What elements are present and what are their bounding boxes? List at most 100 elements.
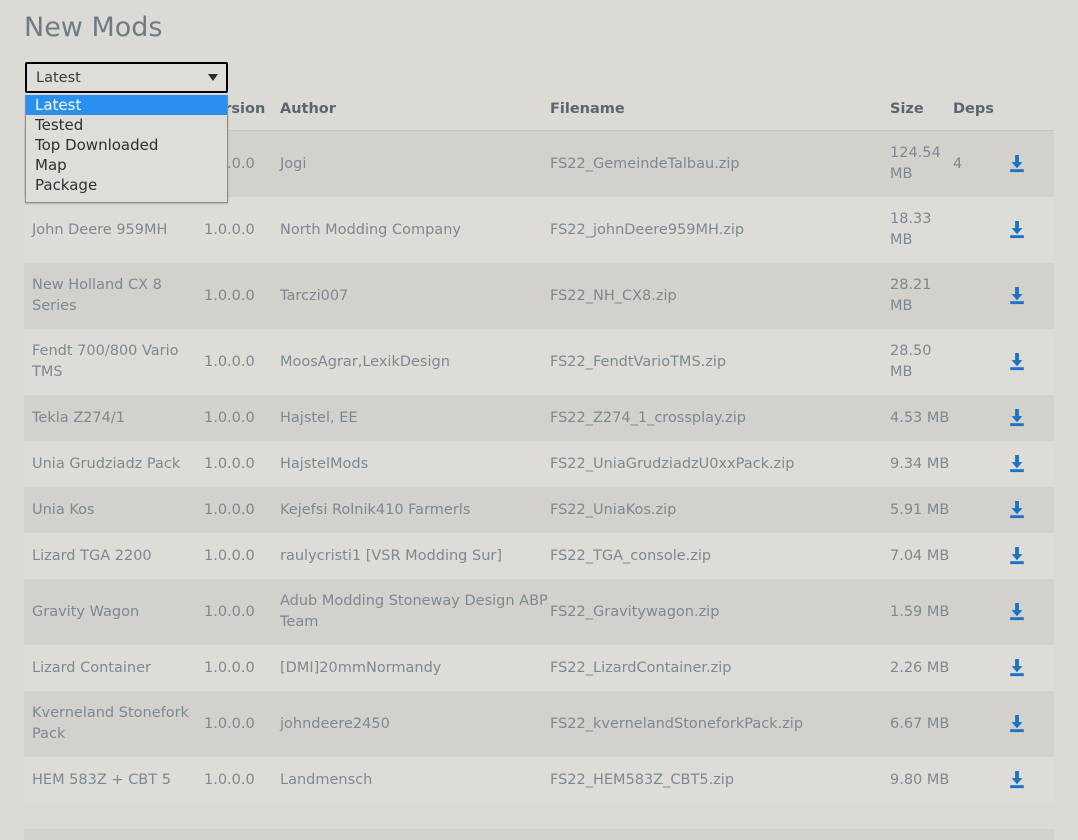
table-row[interactable]: John Deere 959MH 1.0.0.0 North Modding Com…	[24, 197, 1054, 263]
cell-filename: FS22_Gravitywagon.zip	[550, 579, 890, 645]
cell-size: 28.50 MB	[890, 329, 953, 395]
sort-select[interactable]: Latest	[25, 62, 228, 93]
column-header-filename[interactable]: Filename	[550, 101, 890, 131]
cell-filename: FS22_NH_CX8.zip	[550, 263, 890, 329]
column-header-download	[1006, 101, 1054, 131]
cell-mod-name: Gravity Wagon	[24, 579, 204, 645]
download-icon[interactable]	[1006, 601, 1028, 623]
cell-author: johndeere2450	[280, 691, 550, 757]
cell-download[interactable]	[1006, 691, 1054, 757]
cell-version: 1.0.0.0	[204, 395, 280, 441]
mods-table-container: Name Version Author Filename Size Deps G…	[24, 101, 1054, 803]
cell-size: 9.80 MB	[890, 757, 953, 803]
cell-version: 1.0.0.0	[204, 691, 280, 757]
chevron-down-icon	[208, 74, 218, 81]
cell-mod-name: Lizard TGA 2200	[24, 533, 204, 579]
cell-filename: FS22_TGA_console.zip	[550, 533, 890, 579]
table-row[interactable]: Tekla Z274/1 1.0.0.0 Hajstel, EE FS22_Z274_…	[24, 395, 1054, 441]
table-row[interactable]: Lizard TGA 2200 1.0.0.0 raulycristi1 [VSR …	[24, 533, 1054, 579]
cell-author: Kejefsi Rolnik410 Farmerls	[280, 487, 550, 533]
page-title: New Mods	[24, 12, 163, 43]
download-icon[interactable]	[1006, 545, 1028, 567]
cell-download[interactable]	[1006, 130, 1054, 197]
sort-option[interactable]: Latest	[26, 95, 227, 115]
cell-size: 7.04 MB	[890, 533, 953, 579]
cell-deps	[953, 579, 1006, 645]
cell-download[interactable]	[1006, 395, 1054, 441]
download-icon[interactable]	[1006, 453, 1028, 475]
cell-filename: FS22_kvernelandStoneforkPack.zip	[550, 691, 890, 757]
sort-option[interactable]: Top Downloaded	[26, 135, 227, 155]
cell-size: 2.26 MB	[890, 645, 953, 691]
cell-version: 1.0.0.0	[204, 533, 280, 579]
table-row[interactable]: Lizard Container 1.0.0.0 [DMI]20mmNormandy…	[24, 645, 1054, 691]
download-icon[interactable]	[1006, 713, 1028, 735]
cell-filename: FS22_johnDeere959MH.zip	[550, 197, 890, 263]
cell-version: 1.0.0.0	[204, 757, 280, 803]
cell-deps	[953, 645, 1006, 691]
cell-filename: FS22_Z274_1_crossplay.zip	[550, 395, 890, 441]
cell-download[interactable]	[1006, 441, 1054, 487]
cell-filename: FS22_LizardContainer.zip	[550, 645, 890, 691]
table-row-partial	[24, 829, 1054, 840]
cell-deps	[953, 691, 1006, 757]
cell-mod-name: New Holland CX 8 Series	[24, 263, 204, 329]
cell-download[interactable]	[1006, 329, 1054, 395]
download-icon[interactable]	[1006, 219, 1028, 241]
column-header-size[interactable]: Size	[890, 101, 953, 131]
cell-deps	[953, 197, 1006, 263]
cell-author: MoosAgrar,LexikDesign	[280, 329, 550, 395]
cell-author: Landmensch	[280, 757, 550, 803]
sort-select-value: Latest	[36, 69, 81, 86]
cell-download[interactable]	[1006, 579, 1054, 645]
cell-size: 28.21 MB	[890, 263, 953, 329]
cell-deps	[953, 263, 1006, 329]
download-icon[interactable]	[1006, 153, 1028, 175]
cell-deps	[953, 533, 1006, 579]
download-icon[interactable]	[1006, 499, 1028, 521]
cell-size: 6.67 MB	[890, 691, 953, 757]
cell-filename: FS22_GemeindeTalbau.zip	[550, 130, 890, 197]
column-header-deps[interactable]: Deps	[953, 101, 1006, 131]
table-row[interactable]: Unia Kos 1.0.0.0 Kejefsi Rolnik410 Farmerl…	[24, 487, 1054, 533]
cell-author: Jogi	[280, 130, 550, 197]
cell-size: 1.59 MB	[890, 579, 953, 645]
cell-filename: FS22_UniaKos.zip	[550, 487, 890, 533]
download-icon[interactable]	[1006, 285, 1028, 307]
download-icon[interactable]	[1006, 351, 1028, 373]
cell-mod-name: Kverneland Stonefork Pack	[24, 691, 204, 757]
download-icon[interactable]	[1006, 407, 1028, 429]
cell-mod-name: HEM 583Z + CBT 5	[24, 757, 204, 803]
cell-download[interactable]	[1006, 197, 1054, 263]
table-row[interactable]: New Holland CX 8 Series 1.0.0.0 Tarczi007 F…	[24, 263, 1054, 329]
cell-author: North Modding Company	[280, 197, 550, 263]
column-header-author[interactable]: Author	[280, 101, 550, 131]
cell-mod-name: Tekla Z274/1	[24, 395, 204, 441]
cell-version: 1.0.0.0	[204, 329, 280, 395]
table-row[interactable]: HEM 583Z + CBT 5 1.0.0.0 Landmensch FS22_HE…	[24, 757, 1054, 803]
sort-dropdown-list[interactable]: Latest Tested Top Downloaded Map Package	[25, 95, 228, 203]
cell-deps: 4	[953, 130, 1006, 197]
download-icon[interactable]	[1006, 769, 1028, 791]
cell-download[interactable]	[1006, 645, 1054, 691]
download-icon[interactable]	[1006, 657, 1028, 679]
cell-download[interactable]	[1006, 487, 1054, 533]
sort-option[interactable]: Package	[26, 175, 227, 195]
cell-download[interactable]	[1006, 533, 1054, 579]
cell-download[interactable]	[1006, 757, 1054, 803]
table-row[interactable]: Kverneland Stonefork Pack 1.0.0.0 johndeer…	[24, 691, 1054, 757]
table-row[interactable]: Fendt 700/800 Vario TMS 1.0.0.0 MoosAgrar,…	[24, 329, 1054, 395]
cell-author: Tarczi007	[280, 263, 550, 329]
cell-version: 1.0.0.0	[204, 645, 280, 691]
cell-mod-name: Unia Grudziadz Pack	[24, 441, 204, 487]
cell-author: HajstelMods	[280, 441, 550, 487]
cell-deps	[953, 487, 1006, 533]
cell-deps	[953, 329, 1006, 395]
table-row[interactable]: Unia Grudziadz Pack 1.0.0.0 HajstelMods FS2…	[24, 441, 1054, 487]
sort-option[interactable]: Tested	[26, 115, 227, 135]
cell-download[interactable]	[1006, 263, 1054, 329]
table-row[interactable]: Gravity Wagon 1.0.0.0 Adub Modding Stonewa…	[24, 579, 1054, 645]
cell-version: 1.0.0.0	[204, 263, 280, 329]
sort-option[interactable]: Map	[26, 155, 227, 175]
cell-filename: FS22_HEM583Z_CBT5.zip	[550, 757, 890, 803]
